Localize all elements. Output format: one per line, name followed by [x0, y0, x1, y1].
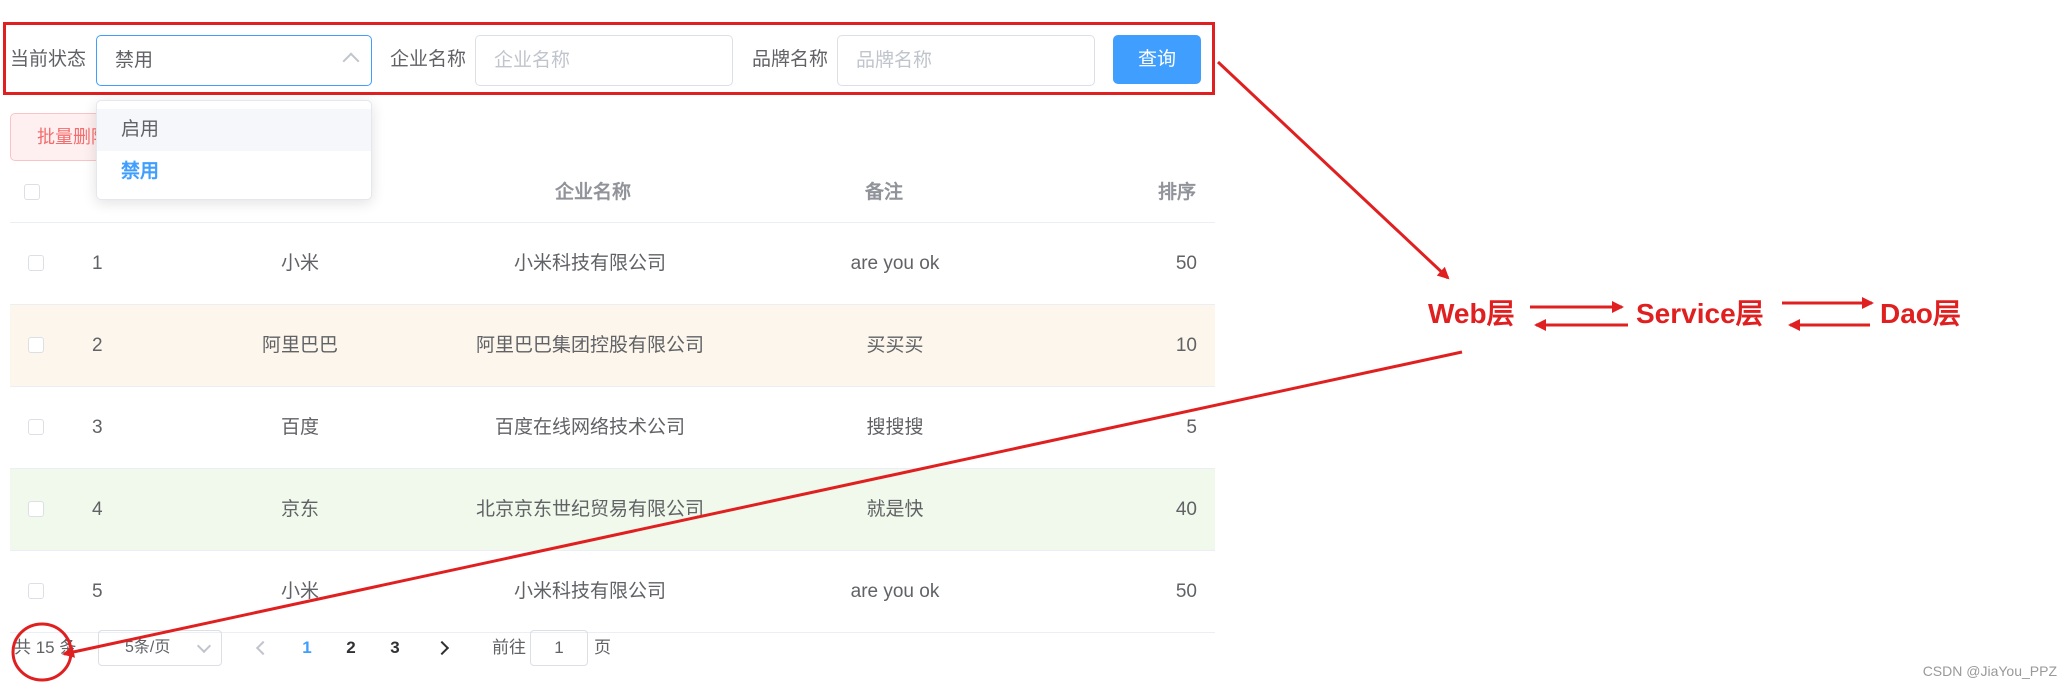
cell-company: 北京京东世纪贸易有限公司: [475, 499, 704, 520]
cell-company: 百度在线网络技术公司: [494, 417, 685, 438]
cell-brand: 小米: [280, 253, 319, 274]
watermark: CSDN @JiaYou_PPZ: [1922, 663, 2057, 679]
cell-remark: 买买买: [866, 335, 924, 356]
cell-index: 1: [92, 253, 103, 274]
web-layer-label: Web层: [1428, 298, 1515, 329]
page-size-select[interactable]: 5条/页: [98, 630, 222, 666]
cell-company: 阿里巴巴集团控股有限公司: [475, 335, 704, 356]
cell-index: 2: [92, 335, 103, 356]
status-dropdown: 启用 禁用: [96, 100, 372, 200]
header-company: 企业名称: [555, 182, 632, 203]
row-checkbox[interactable]: [28, 501, 44, 517]
cell-brand: 百度: [280, 417, 319, 438]
table-row: 2 阿里巴巴 阿里巴巴集团控股有限公司 买买买 10: [10, 305, 1215, 387]
goto-suffix: 页: [594, 638, 611, 657]
table-row: 5 小米 小米科技有限公司 are you ok 50: [10, 551, 1215, 633]
header-sort: 排序: [1158, 182, 1197, 203]
table-row: 3 百度 百度在线网络技术公司 搜搜搜 5: [10, 387, 1215, 469]
cell-index: 5: [92, 581, 103, 602]
cell-remark: are you ok: [850, 253, 940, 274]
select-all-checkbox[interactable]: [24, 184, 40, 200]
cell-sort: 50: [1175, 253, 1197, 274]
brand-table: 企业名称 备注 排序 1 小米 小米科技有限公司 are you ok 50 2…: [10, 163, 1215, 633]
table-row: 1 小米 小米科技有限公司 are you ok 50: [10, 223, 1215, 305]
cell-remark: 搜搜搜: [866, 417, 924, 438]
prev-page-icon[interactable]: [255, 640, 271, 656]
dropdown-option-disable[interactable]: 禁用: [97, 151, 371, 193]
page-1[interactable]: 1: [295, 630, 319, 666]
cell-brand: 京东: [280, 499, 319, 520]
service-layer-label: Service层: [1636, 298, 1764, 329]
pagination-total: 共 15 条: [14, 638, 77, 657]
row-checkbox[interactable]: [28, 255, 44, 271]
row-checkbox[interactable]: [28, 337, 44, 353]
cell-index: 3: [92, 417, 103, 438]
cell-sort: 5: [1186, 417, 1197, 438]
cell-sort: 50: [1175, 581, 1197, 602]
arrow-form-to-web: [1216, 60, 1450, 280]
dropdown-option-enable[interactable]: 启用: [97, 109, 371, 151]
cell-index: 4: [92, 499, 103, 520]
cell-remark: are you ok: [850, 581, 940, 602]
page-3[interactable]: 3: [383, 630, 407, 666]
row-checkbox[interactable]: [28, 419, 44, 435]
dao-layer-label: Dao层: [1880, 298, 1961, 329]
form-highlight-box: [3, 22, 1215, 95]
cell-sort: 40: [1175, 499, 1197, 520]
cell-brand: 小米: [280, 581, 319, 602]
cell-remark: 就是快: [866, 499, 924, 520]
header-remark: 备注: [865, 182, 904, 203]
goto-page-input[interactable]: 1: [530, 630, 588, 666]
cell-company: 小米科技有限公司: [513, 581, 666, 602]
next-page-icon[interactable]: [434, 640, 450, 656]
chevron-down-icon: [196, 638, 212, 654]
table-row: 4 京东 北京京东世纪贸易有限公司 就是快 40: [10, 469, 1215, 551]
cell-brand: 阿里巴巴: [261, 335, 338, 356]
cell-company: 小米科技有限公司: [513, 253, 666, 274]
page-2[interactable]: 2: [339, 630, 363, 666]
page-size-value: 5条/页: [125, 639, 171, 656]
goto-prefix: 前往: [492, 638, 526, 657]
row-checkbox[interactable]: [28, 583, 44, 599]
cell-sort: 10: [1175, 335, 1197, 356]
